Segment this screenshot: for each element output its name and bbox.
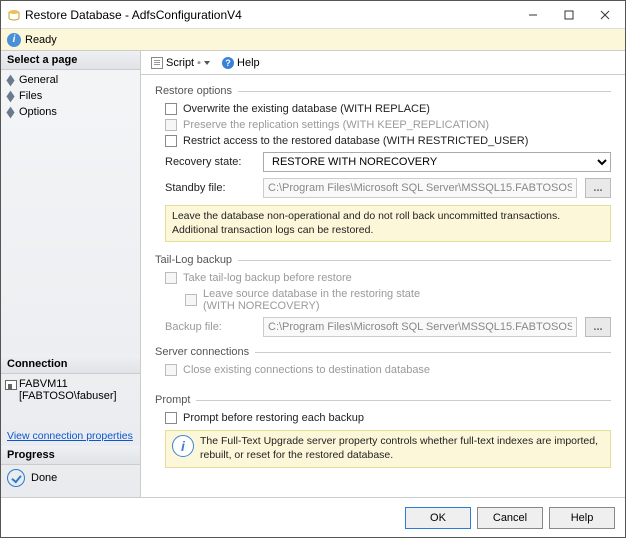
status-text: Ready: [25, 34, 57, 46]
script-icon: [151, 57, 163, 69]
progress-status: Done: [1, 465, 140, 497]
fulltext-note: i The Full-Text Upgrade server property …: [165, 430, 611, 467]
select-page-header: Select a page: [1, 51, 140, 70]
help-button[interactable]: Help: [549, 507, 615, 529]
standby-browse-button: ...: [585, 178, 611, 198]
restrict-checkbox[interactable]: [165, 135, 177, 147]
connection-header: Connection: [1, 355, 140, 374]
server-connections-group: Server connections Close existing connec…: [155, 346, 611, 384]
minimize-button[interactable]: [515, 3, 551, 27]
main-toolbar: Script ▪ ? Help: [141, 51, 625, 75]
restore-database-window: Restore Database - AdfsConfigurationV4 i…: [0, 0, 626, 538]
sidebar-item-options[interactable]: Options: [1, 104, 140, 120]
backup-browse-button: ...: [585, 317, 611, 337]
recovery-note: Leave the database non-operational and d…: [165, 205, 611, 242]
cancel-button[interactable]: Cancel: [477, 507, 543, 529]
info-icon: i: [172, 435, 194, 457]
app-icon: [7, 8, 21, 22]
leave-source-checkbox: [185, 294, 197, 306]
take-taillog-checkbox: [165, 272, 177, 284]
window-title: Restore Database - AdfsConfigurationV4: [25, 8, 515, 22]
prompt-group: Prompt Prompt before restoring each back…: [155, 394, 611, 479]
prompt-before-checkbox[interactable]: [165, 412, 177, 424]
overwrite-label: Overwrite the existing database (WITH RE…: [183, 103, 430, 115]
recovery-state-label: Recovery state:: [165, 156, 255, 168]
sidebar-item-general[interactable]: General: [1, 72, 140, 88]
leave-source-label: Leave source database in the restoring s…: [203, 288, 420, 312]
ok-button[interactable]: OK: [405, 507, 471, 529]
script-button[interactable]: Script ▪: [147, 55, 214, 71]
standby-file-label: Standby file:: [165, 182, 255, 194]
done-icon: [7, 469, 25, 487]
chevron-down-icon: [204, 61, 210, 65]
tail-log-group: Tail-Log backup Take tail-log backup bef…: [155, 254, 611, 346]
status-bar: i Ready: [1, 29, 625, 51]
preserve-label: Preserve the replication settings (WITH …: [183, 119, 489, 131]
help-icon: ?: [222, 57, 234, 69]
prompt-before-label: Prompt before restoring each backup: [183, 412, 364, 424]
backup-file-label: Backup file:: [165, 321, 255, 333]
view-connection-properties-link[interactable]: View connection properties: [1, 426, 140, 446]
maximize-button[interactable]: [551, 3, 587, 27]
close-button[interactable]: [587, 3, 623, 27]
help-button[interactable]: ? Help: [218, 55, 264, 71]
recovery-state-select[interactable]: RESTORE WITH NORECOVERY: [263, 152, 611, 172]
info-icon: i: [7, 33, 21, 47]
backup-file-input: [263, 317, 577, 337]
standby-file-input: [263, 178, 577, 198]
close-connections-label: Close existing connections to destinatio…: [183, 364, 430, 376]
connection-info: FABVM11 [FABTOSO\fabuser]: [1, 374, 140, 426]
take-taillog-label: Take tail-log backup before restore: [183, 272, 352, 284]
dialog-footer: OK Cancel Help: [1, 497, 625, 537]
restrict-label: Restrict access to the restored database…: [183, 135, 528, 147]
overwrite-checkbox[interactable]: [165, 103, 177, 115]
sidebar: Select a page General Files Options Conn…: [1, 51, 141, 497]
sidebar-item-files[interactable]: Files: [1, 88, 140, 104]
progress-header: Progress: [1, 446, 140, 465]
preserve-checkbox: [165, 119, 177, 131]
titlebar: Restore Database - AdfsConfigurationV4: [1, 1, 625, 29]
restore-options-group: Restore options Overwrite the existing d…: [155, 85, 611, 254]
close-connections-checkbox: [165, 364, 177, 376]
